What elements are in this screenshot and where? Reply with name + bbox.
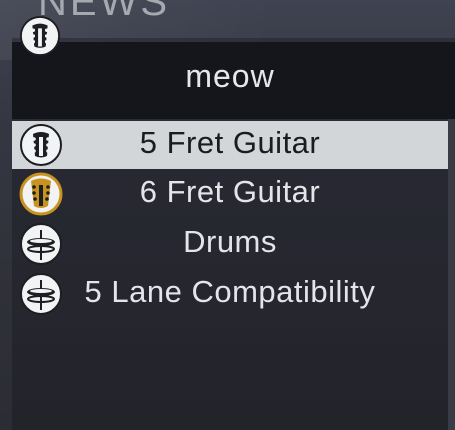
- guitar-headstock-icon: [19, 15, 61, 57]
- instrument-label: Drums: [183, 224, 277, 259]
- instrument-row-5-fret-guitar[interactable]: 5 Fret Guitar: [12, 121, 448, 169]
- instrument-label: 6 Fret Guitar: [139, 174, 321, 209]
- instrument-label: 5 Lane Compatibility: [84, 274, 376, 309]
- instrument-row-5-lane-compatibility[interactable]: 5 Lane Compatibility: [12, 270, 448, 318]
- instrument-label: 5 Fret Guitar: [139, 125, 321, 160]
- game-menu-screen: NEWS meow 5 Fret Guitar 6 Fret Guitar Dr…: [0, 0, 455, 430]
- instrument-row-drums[interactable]: Drums: [12, 220, 448, 268]
- instrument-row-6-fret-guitar[interactable]: 6 Fret Guitar: [12, 170, 448, 218]
- profile-name: meow: [185, 58, 275, 94]
